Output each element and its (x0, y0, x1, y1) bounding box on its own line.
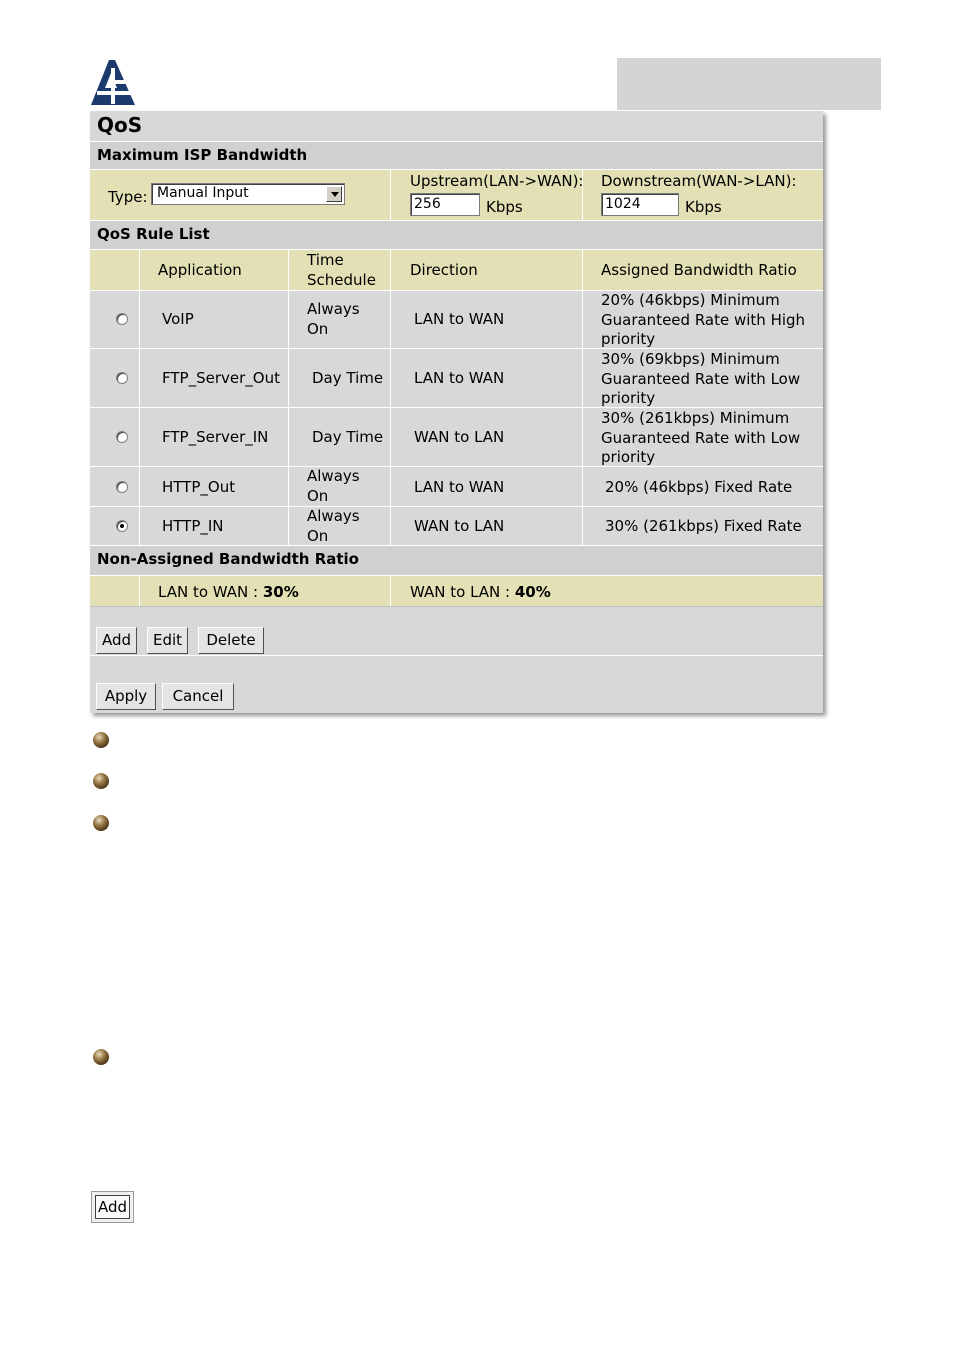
row-direction: WAN to LAN (414, 428, 505, 446)
rule-section-header: QoS Rule List (90, 220, 823, 250)
row-application: FTP_Server_IN (162, 428, 269, 446)
row-time-schedule: Always On (307, 300, 360, 338)
page-title: QoS (97, 113, 143, 137)
add-button[interactable]: Add (96, 627, 137, 654)
type-select-value: Manual Input (157, 185, 249, 201)
row-application: VoIP (162, 310, 194, 328)
row-bandwidth-ratio: 20% (46kbps) Minimum Guaranteed Rate wit… (601, 291, 806, 348)
lan-to-wan-ratio: LAN to WAN : 30% (158, 583, 299, 601)
row-select-radio[interactable] (116, 313, 128, 325)
col-bandwidth-ratio: Assigned Bandwidth Ratio (601, 261, 797, 279)
row-time-schedule: Always On (307, 467, 360, 505)
downstream-input[interactable]: 1024 (601, 193, 679, 216)
row-application: FTP_Server_Out (162, 369, 280, 387)
brand-logo (91, 60, 135, 105)
col-application: Application (158, 261, 242, 279)
isp-section-header: Maximum ISP Bandwidth (90, 141, 823, 170)
downstream-label: Downstream(WAN->LAN): (601, 172, 797, 190)
row-select-radio[interactable] (116, 372, 128, 384)
edit-button[interactable]: Edit (147, 627, 188, 654)
row-direction: WAN to LAN (414, 517, 505, 535)
type-label: Type: (108, 188, 148, 206)
row-direction: LAN to WAN (414, 369, 505, 387)
row-select-radio[interactable] (116, 431, 128, 443)
row-bandwidth-ratio: 30% (69kbps) Minimum Guaranteed Rate wit… (601, 350, 801, 407)
row-select-radio[interactable] (116, 520, 128, 532)
wan-to-lan-value: 40% (514, 583, 551, 601)
isp-section-title: Maximum ISP Bandwidth (97, 146, 308, 164)
upstream-label: Upstream(LAN->WAN): (410, 172, 584, 190)
wan-to-lan-ratio: WAN to LAN : 40% (410, 583, 551, 601)
row-direction: LAN to WAN (414, 478, 505, 496)
bullet-icon (93, 815, 109, 831)
row-application: HTTP_Out (162, 478, 236, 496)
upstream-unit: Kbps (486, 198, 523, 216)
delete-button[interactable]: Delete (198, 627, 264, 654)
apply-button[interactable]: Apply (96, 683, 156, 710)
type-select[interactable]: Manual Input (151, 183, 345, 205)
row-direction: LAN to WAN (414, 310, 505, 328)
row-time-schedule: Day Time (312, 428, 384, 446)
header-gray-box (617, 58, 881, 110)
bullet-icon (93, 1049, 109, 1065)
row-bandwidth-ratio: 30% (261kbps) Minimum Guaranteed Rate wi… (601, 409, 801, 466)
qos-panel: QoS Maximum ISP Bandwidth Type: Manual I… (90, 111, 823, 713)
lan-to-wan-label: LAN to WAN : (158, 583, 263, 601)
row-time-schedule: Always On (307, 507, 360, 545)
downstream-unit: Kbps (685, 198, 722, 216)
bullet-icon (93, 732, 109, 748)
row-select-radio[interactable] (116, 481, 128, 493)
bullet-icon (93, 773, 109, 789)
add-button-example[interactable]: Add (91, 1191, 134, 1223)
row-bandwidth-ratio: 20% (46kbps) Fixed Rate (605, 478, 793, 496)
cancel-button[interactable]: Cancel (162, 683, 234, 710)
add-button-example-label: Add (95, 1195, 130, 1219)
row-time-schedule: Day Time (312, 369, 384, 387)
row-bandwidth-ratio: 30% (261kbps) Fixed Rate (605, 517, 802, 535)
chevron-down-icon[interactable] (326, 186, 342, 202)
rule-section-title: QoS Rule List (97, 225, 210, 243)
nonassigned-section-header: Non-Assigned Bandwidth Ratio (90, 545, 823, 576)
row-application: HTTP_IN (162, 517, 224, 535)
lan-to-wan-value: 30% (262, 583, 299, 601)
nonassigned-section-title: Non-Assigned Bandwidth Ratio (97, 550, 359, 568)
col-time-schedule: Time Schedule (307, 251, 376, 289)
wan-to-lan-label: WAN to LAN : (410, 583, 515, 601)
col-direction: Direction (410, 261, 478, 279)
upstream-input[interactable]: 256 (410, 193, 480, 216)
